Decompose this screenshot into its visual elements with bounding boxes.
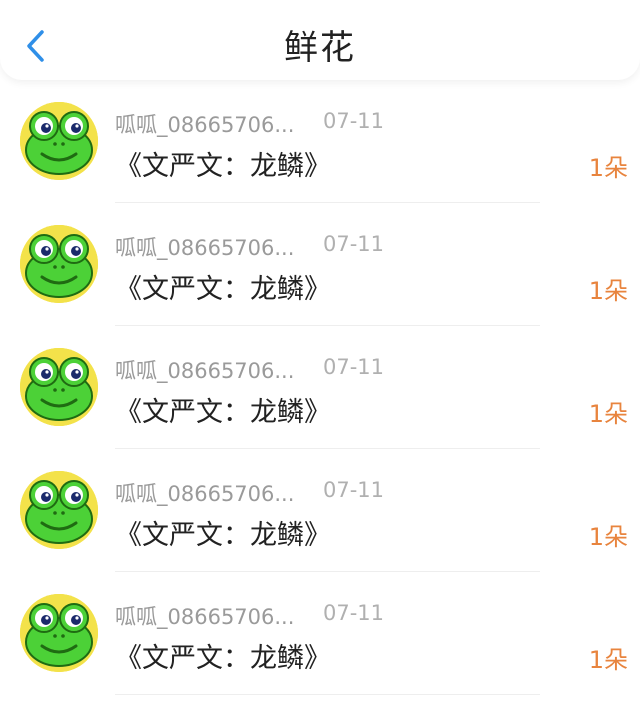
sender-name[interactable]: 呱呱_08665706... <box>115 232 294 262</box>
frog-avatar-icon <box>20 594 98 672</box>
gift-date: 07-11 <box>323 355 385 379</box>
book-title[interactable]: 《文严文：龙鳞》 <box>115 390 331 429</box>
list-item[interactable]: 呱呱_08665706... 07-11 《文严文：龙鳞》 1朵 <box>0 326 640 449</box>
gift-date: 07-11 <box>323 232 385 256</box>
flower-count: 1朵 <box>588 523 628 551</box>
page-title: 鲜花 <box>284 28 356 68</box>
flower-count: 1朵 <box>588 646 628 674</box>
gift-date: 07-11 <box>323 601 385 625</box>
gift-date: 07-11 <box>323 478 385 502</box>
list-item[interactable]: 呱呱_08665706... 07-11 《文严文：龙鳞》 1朵 <box>0 80 640 203</box>
sender-name[interactable]: 呱呱_08665706... <box>115 478 294 508</box>
flower-gift-list: 呱呱_08665706... 07-11 《文严文：龙鳞》 1朵 呱呱_0866… <box>0 80 640 695</box>
avatar[interactable] <box>20 225 98 303</box>
book-title[interactable]: 《文严文：龙鳞》 <box>115 636 331 675</box>
book-title[interactable]: 《文严文：龙鳞》 <box>115 267 331 306</box>
list-item[interactable]: 呱呱_08665706... 07-11 《文严文：龙鳞》 1朵 <box>0 203 640 326</box>
frog-avatar-icon <box>20 348 98 426</box>
avatar[interactable] <box>20 348 98 426</box>
flower-count: 1朵 <box>588 400 628 428</box>
avatar[interactable] <box>20 594 98 672</box>
divider <box>115 694 540 695</box>
list-item[interactable]: 呱呱_08665706... 07-11 《文严文：龙鳞》 1朵 <box>0 572 640 695</box>
list-item[interactable]: 呱呱_08665706... 07-11 《文严文：龙鳞》 1朵 <box>0 449 640 572</box>
sender-name[interactable]: 呱呱_08665706... <box>115 601 294 631</box>
flower-count: 1朵 <box>588 154 628 182</box>
frog-avatar-icon <box>20 102 98 180</box>
flower-count: 1朵 <box>588 277 628 305</box>
gift-date: 07-11 <box>323 109 385 133</box>
avatar[interactable] <box>20 471 98 549</box>
frog-avatar-icon <box>20 471 98 549</box>
header-bar: 鲜花 <box>0 0 640 80</box>
book-title[interactable]: 《文严文：龙鳞》 <box>115 144 331 183</box>
sender-name[interactable]: 呱呱_08665706... <box>115 109 294 139</box>
frog-avatar-icon <box>20 225 98 303</box>
book-title[interactable]: 《文严文：龙鳞》 <box>115 513 331 552</box>
avatar[interactable] <box>20 102 98 180</box>
sender-name[interactable]: 呱呱_08665706... <box>115 355 294 385</box>
